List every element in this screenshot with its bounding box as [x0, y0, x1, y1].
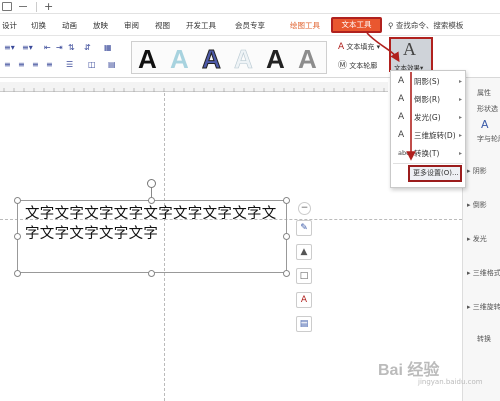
text-outline-icon: Ⓜ [338, 61, 348, 71]
glow-icon: A [398, 112, 405, 122]
pane-item-glow[interactable]: ▸ 发光 [467, 234, 487, 244]
watermark-logo: Bai 经验 [378, 362, 440, 379]
indent-decrease-icon[interactable]: ⇤ [44, 43, 51, 52]
tab-transition[interactable]: 切换 [31, 20, 46, 31]
chevron-right-icon: ▸ [458, 132, 462, 139]
tab-animation[interactable]: 动画 [62, 20, 77, 31]
title-strip: + [0, 0, 500, 14]
text-fill-label: 文本填充 [346, 43, 375, 51]
bullet-list-icon[interactable]: ≡▾ [4, 43, 15, 52]
text-fill-outline-icon[interactable]: A [481, 118, 489, 131]
text-style-gallery: A A A A A A [131, 41, 327, 75]
text-outline-label: 文本轮廓 [349, 62, 378, 70]
text-direction-icon[interactable]: ▦ [104, 43, 112, 52]
style-black[interactable]: A [138, 44, 157, 75]
chevron-down-icon: ▾ [376, 43, 381, 51]
style-dark[interactable]: A [266, 44, 285, 75]
style-light-blue[interactable]: A [170, 44, 189, 75]
numbered-list-icon[interactable]: ≡▾ [22, 43, 33, 52]
style-outlined-blue[interactable]: A [202, 44, 222, 75]
horizontal-ruler [0, 82, 388, 92]
tab-developer[interactable]: 开发工具 [186, 20, 216, 31]
property-pane: 属性 形状选 A 字与轮廓 ▸ 阴影 ▸ 倒影 ▸ 发光 ▸ 三维格式 ▸ 三维… [462, 78, 500, 401]
menu-item-transform[interactable]: abc 转换(T) ▸ [393, 145, 464, 162]
align-left-icon[interactable]: ≡ [4, 60, 11, 69]
menu-divider [393, 163, 463, 164]
resize-handle-l[interactable] [14, 233, 21, 240]
distribute-icon[interactable]: ☰ [66, 60, 73, 69]
more-settings-item[interactable]: 更多设置(O)... [408, 165, 462, 182]
tab-view[interactable]: 视图 [155, 20, 170, 31]
tab-slideshow[interactable]: 放映 [93, 20, 108, 31]
reflection-icon: A [398, 94, 405, 104]
shadow-icon: A [398, 76, 405, 86]
resize-handle-br[interactable] [283, 270, 290, 277]
style-light-outline[interactable]: A [234, 44, 253, 75]
collapse-icon[interactable]: − [298, 202, 311, 215]
resize-handle-t[interactable] [148, 197, 155, 204]
resize-handle-b[interactable] [148, 270, 155, 277]
pane-item-fill-outline[interactable]: 字与轮廓 [477, 134, 500, 144]
menu-item-reflection[interactable]: A 倒影(R) ▸ [393, 91, 464, 108]
fill-bucket-icon[interactable]: ▲ [296, 244, 312, 260]
columns-icon[interactable]: ◫ [88, 60, 96, 69]
rotate-handle[interactable] [147, 179, 156, 188]
text-box[interactable]: 文字文字文字文字文字文字文字文字文字文字文字文字文字 [17, 200, 287, 273]
resize-handle-tl[interactable] [14, 197, 21, 204]
pane-item-properties[interactable]: 属性 [477, 88, 491, 98]
justify-icon[interactable]: ≡ [46, 60, 53, 69]
align-right-icon[interactable]: ≡ [32, 60, 39, 69]
text-fill-button[interactable]: A 文本填充 ▾ [338, 42, 380, 52]
chevron-right-icon: ▸ [458, 78, 462, 85]
menu-item-glow[interactable]: A 发光(G) ▸ [393, 109, 464, 126]
resize-handle-r[interactable] [283, 233, 290, 240]
text-outline-button[interactable]: Ⓜ 文本轮廓 [338, 58, 377, 71]
search-icon: ⚲ [388, 21, 394, 30]
line-spacing-icon[interactable]: ⇅ [68, 43, 75, 52]
divider [36, 2, 37, 12]
chevron-right-icon: ▸ [458, 96, 462, 103]
sort-icon[interactable]: ⇵ [84, 43, 91, 52]
pane-item-reflection[interactable]: ▸ 倒影 [467, 200, 487, 210]
text-effects-menu: A 阴影(S) ▸ A 倒影(R) ▸ A 发光(G) ▸ A 三维旋转(D) … [390, 70, 466, 188]
tab-text-tools[interactable]: 文本工具 [331, 17, 382, 33]
transform-icon: abc [398, 149, 410, 157]
search-label: 查找命令、搜索模板 [395, 21, 464, 30]
align-center-icon[interactable]: ≡ [18, 60, 25, 69]
chevron-right-icon: ▸ [458, 114, 462, 121]
resize-handle-bl[interactable] [14, 270, 21, 277]
text-effects-button[interactable]: A 文本效果▾ [389, 37, 433, 72]
text-fill-icon: A [338, 42, 345, 52]
resize-handle-tr[interactable] [283, 197, 290, 204]
indent-increase-icon[interactable]: ⇥ [56, 43, 63, 52]
pane-item-transform[interactable]: 转换 [477, 334, 491, 344]
font-color-icon[interactable]: A [296, 292, 312, 308]
align-text-icon[interactable]: ▤ [108, 60, 116, 69]
menu-bar: 设计 切换 动画 放映 审阅 视图 开发工具 会员专享 绘图工具 文本工具 ⚲ … [0, 14, 500, 36]
tab-drawing-tools[interactable]: 绘图工具 [290, 20, 320, 31]
menu-item-3d-rotation[interactable]: A 三维旋转(D) ▸ [393, 127, 464, 144]
menu-item-shadow[interactable]: A 阴影(S) ▸ [393, 73, 464, 90]
style-gray[interactable]: A [298, 44, 317, 75]
text-frame-icon[interactable]: ▤ [296, 316, 312, 332]
outline-icon[interactable]: □ [296, 268, 312, 284]
text-box-content[interactable]: 文字文字文字文字文字文字文字文字文字文字文字文字文字 [25, 204, 287, 244]
pane-item-3d-format[interactable]: ▸ 三维格式 [467, 268, 500, 278]
window-icon[interactable] [2, 2, 12, 11]
watermark-url: jingyan.baidu.com [418, 378, 483, 386]
pane-item-shadow[interactable]: ▸ 阴影 [467, 166, 487, 176]
minimize-icon[interactable] [19, 6, 27, 7]
pane-item-shape-options[interactable]: 形状选 [477, 104, 498, 114]
pane-item-3d-rotation[interactable]: ▸ 三维旋转 [467, 302, 500, 312]
chevron-right-icon: ▸ [458, 150, 462, 157]
edit-pen-icon[interactable]: ✎ [296, 220, 312, 236]
3d-rotation-icon: A [398, 130, 405, 140]
new-tab-plus-icon[interactable]: + [44, 0, 53, 13]
tab-member[interactable]: 会员专享 [235, 20, 265, 31]
search-command[interactable]: ⚲ 查找命令、搜索模板 [388, 20, 463, 31]
text-effects-icon: A [403, 39, 416, 59]
tab-design[interactable]: 设计 [2, 20, 17, 31]
tab-review[interactable]: 审阅 [124, 20, 139, 31]
